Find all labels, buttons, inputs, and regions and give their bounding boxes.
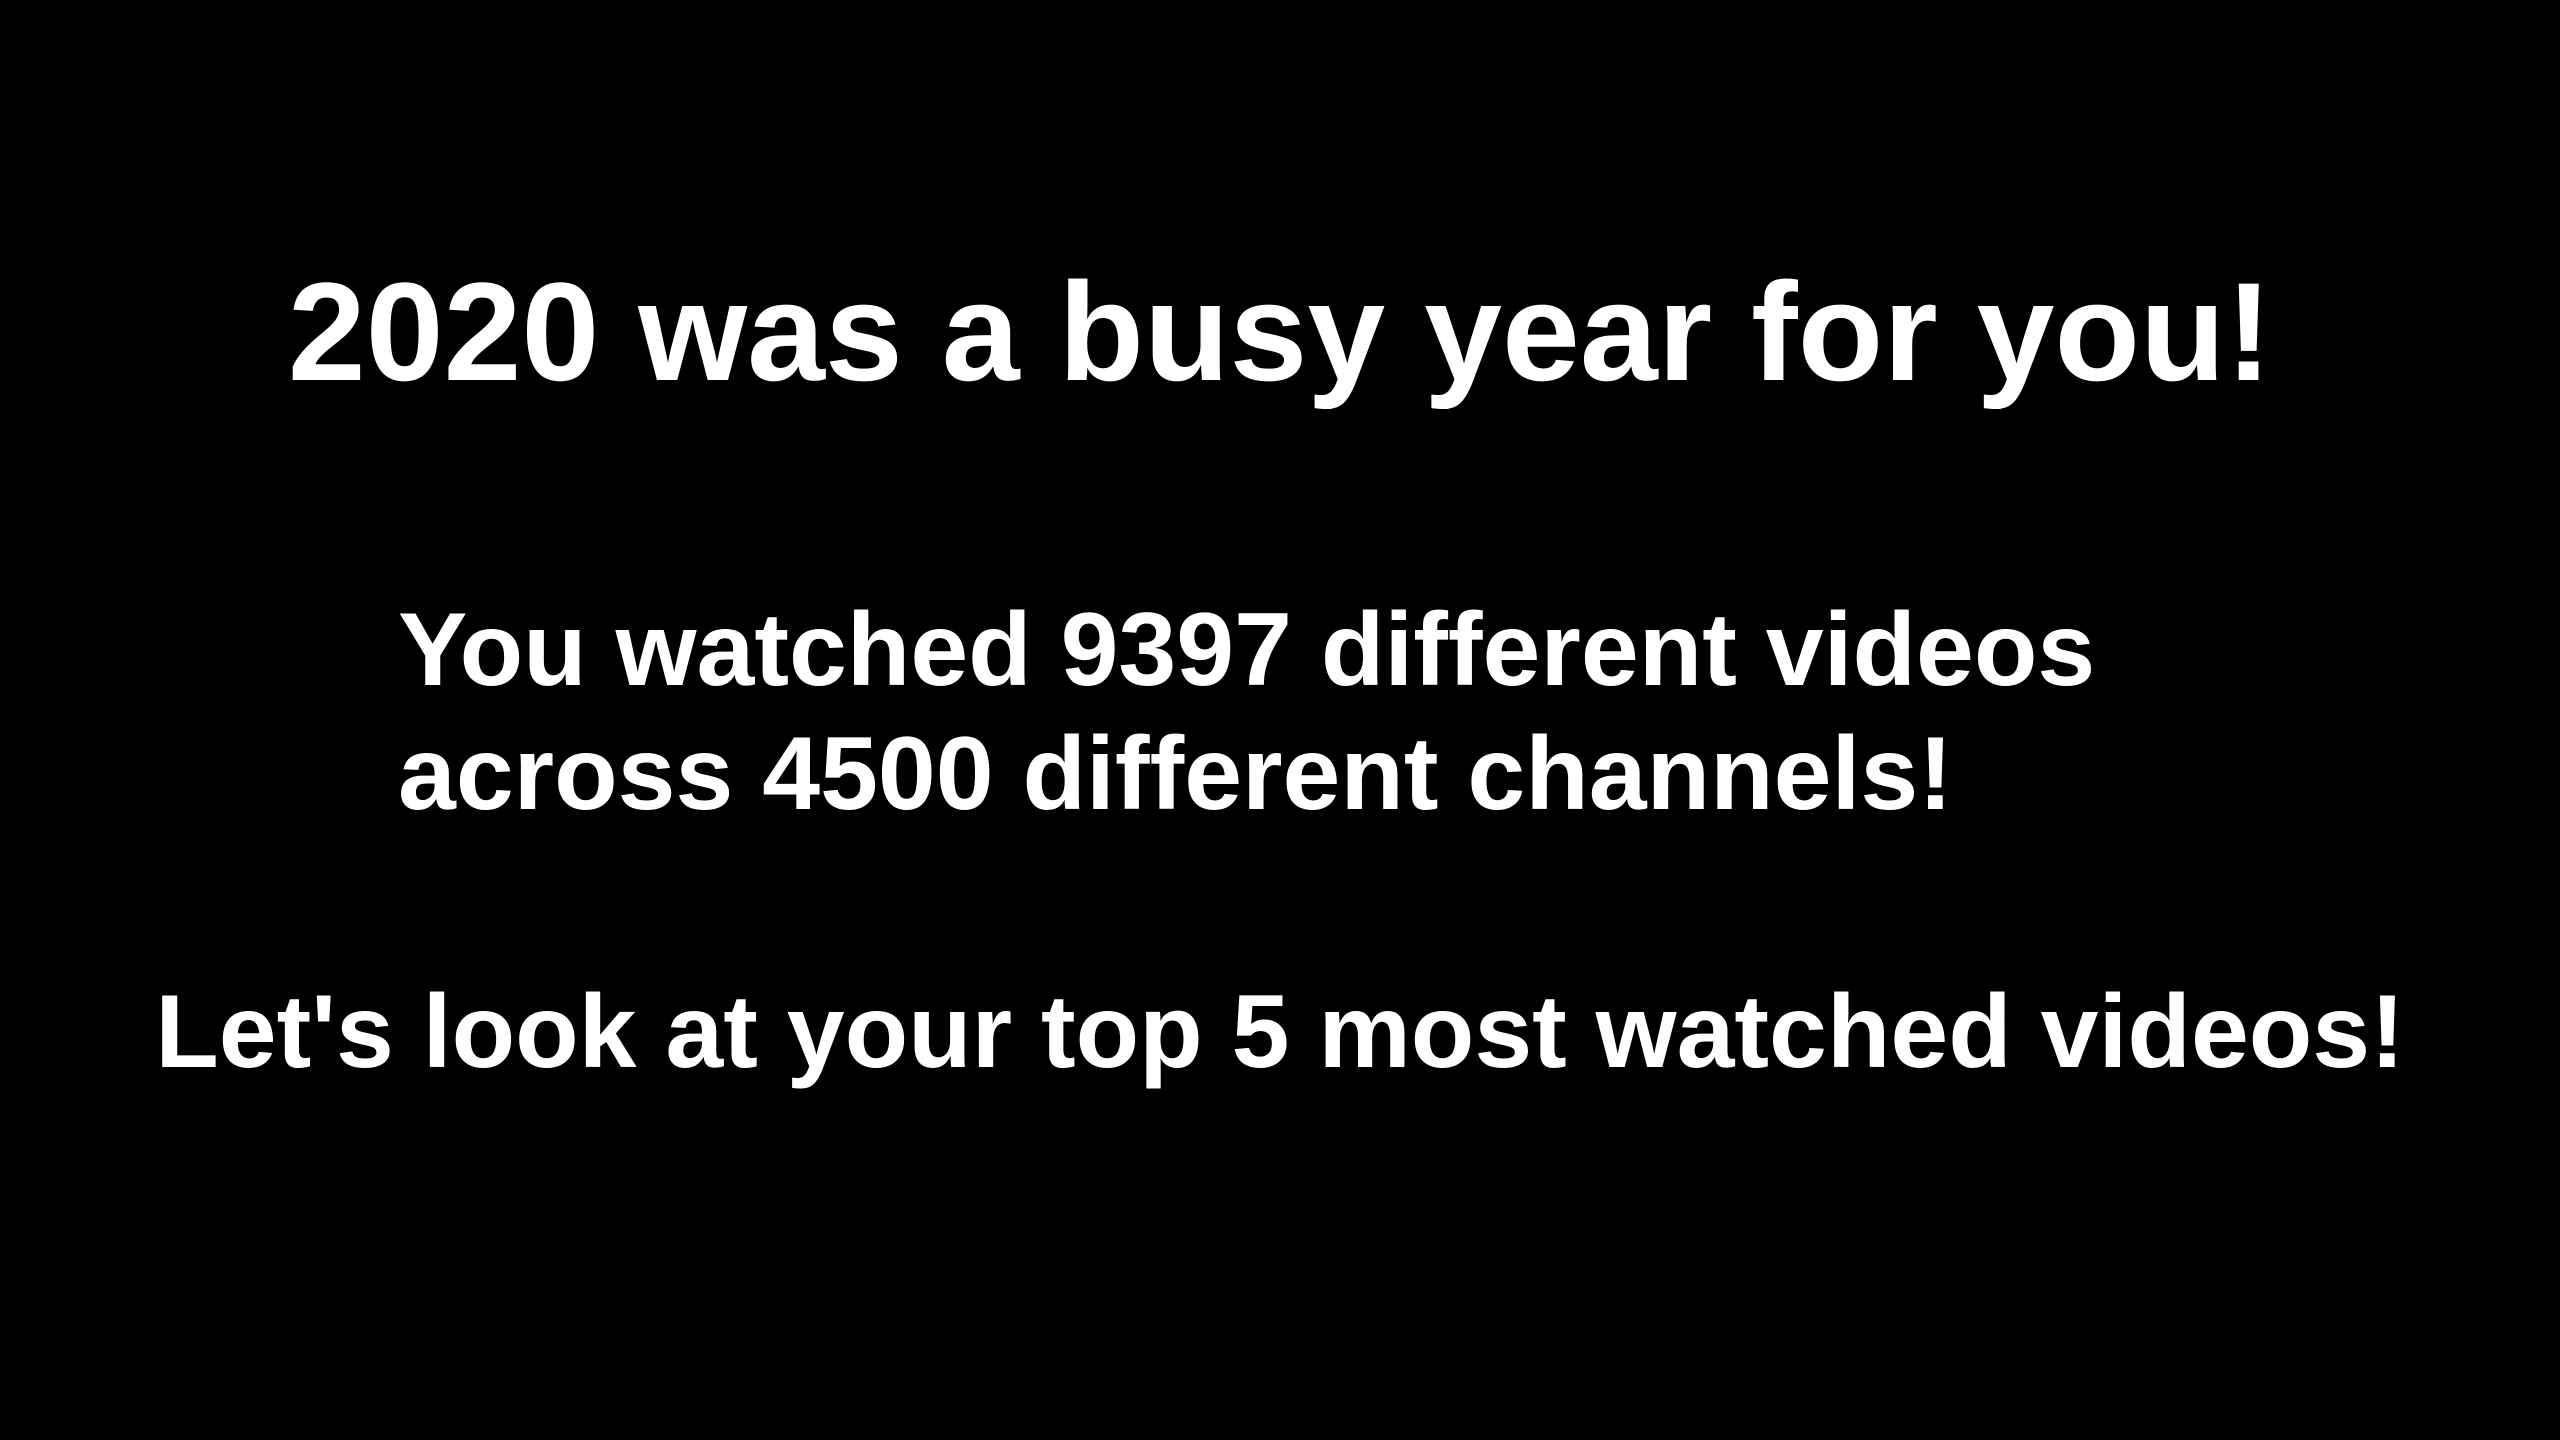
videos-watched-text: You watched 9397 different videos — [398, 592, 2096, 708]
channels-watched-text: across 4500 different channels! — [398, 716, 1953, 832]
slide-headline: 2020 was a busy year for you! — [287, 253, 2273, 410]
top-videos-teaser: Let's look at your top 5 most watched vi… — [155, 974, 2405, 1090]
slide-screen: 2020 was a busy year for you! You watche… — [0, 0, 2560, 1440]
watch-stats: You watched 9397 different videos across… — [398, 588, 2095, 836]
